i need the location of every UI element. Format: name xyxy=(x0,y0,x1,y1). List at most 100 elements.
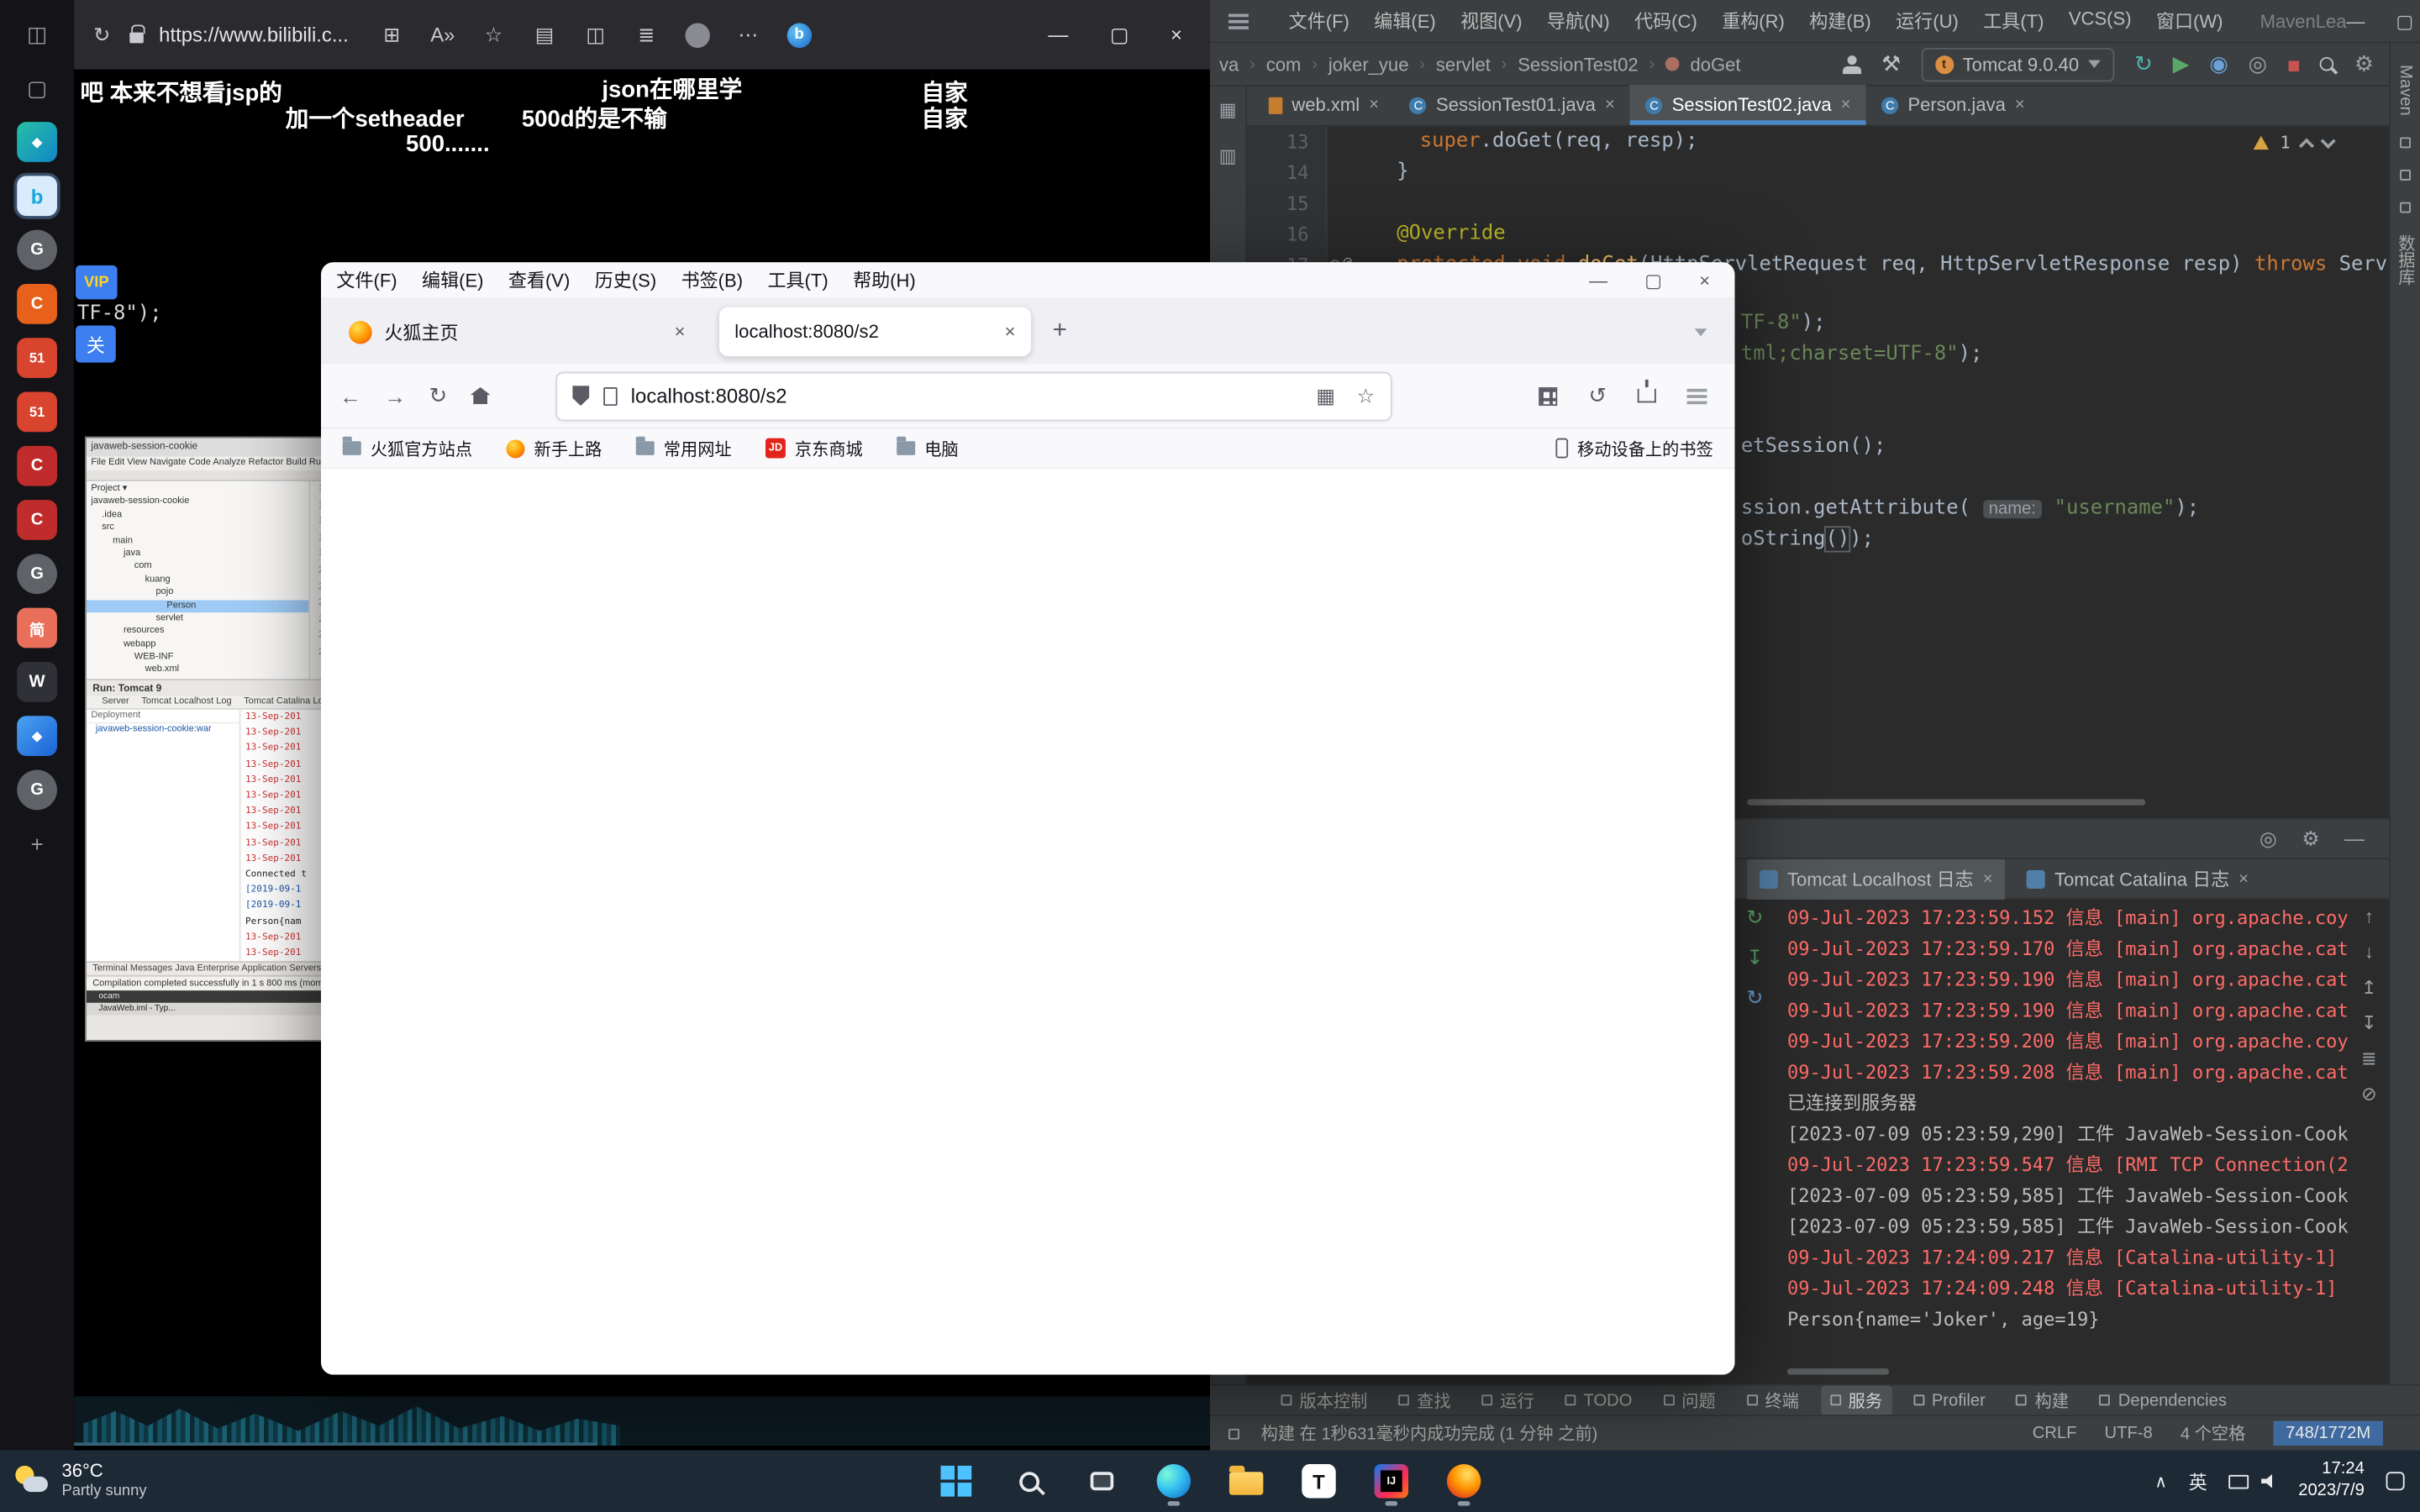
tree-item[interactable]: resources xyxy=(87,625,308,638)
breadcrumb-item[interactable]: doGet xyxy=(1690,53,1740,75)
breadcrumb-item[interactable]: SessionTest02 xyxy=(1518,53,1638,75)
favorite-item[interactable]: ▢ xyxy=(17,68,57,108)
bookmark-item[interactable]: JD京东商城 xyxy=(765,436,863,460)
menubar-item[interactable]: 历史(S) xyxy=(595,267,656,293)
library-icon[interactable] xyxy=(1638,389,1656,403)
edge-app-icon[interactable] xyxy=(1144,1455,1203,1507)
run-config-select[interactable]: t Tomcat 9.0.40 xyxy=(1921,47,2114,81)
soft-wrap-icon[interactable]: ≣ xyxy=(2361,1047,2376,1069)
toolwindow-button[interactable]: Profiler xyxy=(1904,1388,1995,1412)
tree-item[interactable]: webapp xyxy=(87,638,308,651)
favorite-item[interactable]: 51 xyxy=(17,392,57,433)
scroll-bottom-icon[interactable]: ↧ xyxy=(2361,1012,2376,1034)
breadcrumb-item[interactable]: servlet xyxy=(1436,53,1491,75)
favorite-item[interactable]: W xyxy=(17,662,57,702)
explorer-app-icon[interactable] xyxy=(1217,1455,1276,1507)
editor-tab[interactable]: CSessionTest02.java× xyxy=(1630,85,1866,125)
shield-icon[interactable] xyxy=(572,386,589,406)
favorite-item[interactable]: G xyxy=(17,770,57,811)
close-tab-icon[interactable]: × xyxy=(1005,321,1016,343)
structure-tool-icon[interactable]: ▥ xyxy=(1219,145,1237,167)
reload-icon[interactable]: ↻ xyxy=(90,23,114,47)
typora-app-icon[interactable]: T xyxy=(1290,1455,1349,1507)
start-button[interactable] xyxy=(927,1455,986,1507)
home-icon[interactable] xyxy=(471,387,491,404)
settings-gear-icon[interactable]: ⚙ xyxy=(2354,51,2374,77)
toolwindow-button[interactable]: 运行 xyxy=(1472,1384,1543,1415)
database-tool-label[interactable]: 数据库 xyxy=(2393,234,2417,286)
menubar-item[interactable]: 文件(F) xyxy=(1289,8,1349,34)
task-view-button[interactable] xyxy=(1072,1455,1131,1507)
menubar-item[interactable]: 导航(N) xyxy=(1547,8,1610,34)
tree-item[interactable]: Project ▾ xyxy=(87,483,308,496)
tray-overflow-chevron[interactable]: ∧ xyxy=(2154,1471,2167,1491)
stop-icon[interactable]: ■ xyxy=(2287,52,2301,76)
menubar-item[interactable]: 工具(T) xyxy=(767,267,828,293)
maximize-button[interactable]: ▢ xyxy=(1110,23,1129,47)
read-aloud-icon[interactable]: A» xyxy=(430,24,455,47)
danmaku-close-badge[interactable]: 关 xyxy=(76,326,116,363)
toolwindow-button[interactable]: 终端 xyxy=(1737,1384,1807,1415)
run-icon[interactable]: ▶ xyxy=(2173,51,2190,77)
favorite-item[interactable]: C xyxy=(17,284,57,324)
intellij-app-icon[interactable]: IJ xyxy=(1362,1455,1421,1507)
editor-tab[interactable]: CPerson.java× xyxy=(1866,85,2040,125)
tool-stripe-icon[interactable] xyxy=(2400,170,2411,181)
favorite-bilibili[interactable]: b xyxy=(17,176,57,216)
scroll-down-icon[interactable]: ↓ xyxy=(2365,941,2374,963)
url-bar[interactable]: localhost:8080/s2 ▦ ☆ xyxy=(557,373,1391,419)
favorite-item[interactable]: C xyxy=(17,446,57,486)
more-icon[interactable]: ⋯ xyxy=(736,23,760,47)
favorite-item[interactable]: G xyxy=(17,230,57,270)
bookmark-item[interactable]: 火狐官方站点 xyxy=(343,436,472,460)
profiler-icon[interactable]: ◉ xyxy=(2209,51,2228,77)
console-scrollbar[interactable] xyxy=(1787,1368,1889,1374)
favorite-item[interactable]: G xyxy=(17,554,57,594)
apps-icon[interactable]: ⊞ xyxy=(380,23,404,47)
breadcrumb-item[interactable]: joker_yue xyxy=(1328,53,1409,75)
main-menu-icon[interactable] xyxy=(1228,10,1249,32)
tray-status-icons[interactable] xyxy=(2229,1473,2277,1488)
tool-stripe-icon[interactable] xyxy=(2400,138,2411,149)
tree-item[interactable]: com xyxy=(87,560,308,573)
inspections-widget[interactable]: 1 xyxy=(2254,133,2333,153)
tree-item[interactable]: pojo xyxy=(87,586,308,599)
user-icon[interactable] xyxy=(1843,55,1861,73)
menubar-item[interactable]: 重构(R) xyxy=(1722,8,1785,34)
favorite-item[interactable]: 简 xyxy=(17,608,57,648)
profile-avatar[interactable] xyxy=(685,23,709,47)
tree-item[interactable]: index.jsp xyxy=(87,677,308,679)
console-tab[interactable]: Tomcat Catalina 日志× xyxy=(2014,858,2261,899)
menubar-item[interactable]: 帮助(H) xyxy=(853,267,916,293)
tab-firefox-home[interactable]: 火狐主页 × xyxy=(334,307,701,357)
toolwindow-button[interactable]: Dependencies xyxy=(2091,1388,2236,1412)
sidebar-toggle-icon[interactable]: ◫ xyxy=(17,14,57,55)
encoding-widget[interactable]: UTF-8 xyxy=(2105,1424,2153,1442)
tool-stripe-icon[interactable] xyxy=(2400,202,2411,213)
console-tab[interactable]: Tomcat Localhost 日志× xyxy=(1747,858,2005,899)
toolwindow-button[interactable]: 版本控制 xyxy=(1271,1384,1376,1415)
favorite-item[interactable]: 51 xyxy=(17,338,57,378)
menubar-item[interactable]: VCS(S) xyxy=(2069,8,2132,34)
close-button[interactable]: × xyxy=(1171,23,1182,47)
toolwindow-button[interactable]: 构建 xyxy=(2007,1384,2078,1415)
search-button[interactable] xyxy=(999,1455,1058,1507)
filter-target-icon[interactable]: ◎ xyxy=(2260,827,2277,851)
page-info-icon[interactable] xyxy=(603,386,618,405)
favorite-item[interactable]: C xyxy=(17,500,57,540)
close-tab-icon[interactable]: × xyxy=(2015,96,2025,114)
tree-item[interactable]: javaweb-session-cookie xyxy=(87,496,308,508)
bookmark-star-icon[interactable]: ☆ xyxy=(1357,383,1375,407)
tree-item[interactable]: WEB-INF xyxy=(87,651,308,664)
add-favorite-icon[interactable]: + xyxy=(17,824,57,864)
list-all-tabs-icon[interactable] xyxy=(1695,328,1707,335)
menubar-item[interactable]: 编辑(E) xyxy=(422,267,483,293)
toolwindow-button[interactable]: TODO xyxy=(1555,1388,1641,1412)
back-icon[interactable]: ← xyxy=(339,383,361,407)
memory-indicator[interactable]: 748/1772M xyxy=(2273,1421,2382,1446)
tree-item[interactable]: java xyxy=(87,548,308,560)
scroll-end-icon[interactable]: ↧ xyxy=(1746,946,1763,970)
settings-gear-icon[interactable]: ⚙ xyxy=(2302,827,2319,851)
weather-widget[interactable]: 36°C Partly sunny xyxy=(15,1457,146,1506)
tab-localhost[interactable]: localhost:8080/s2 × xyxy=(719,307,1031,357)
